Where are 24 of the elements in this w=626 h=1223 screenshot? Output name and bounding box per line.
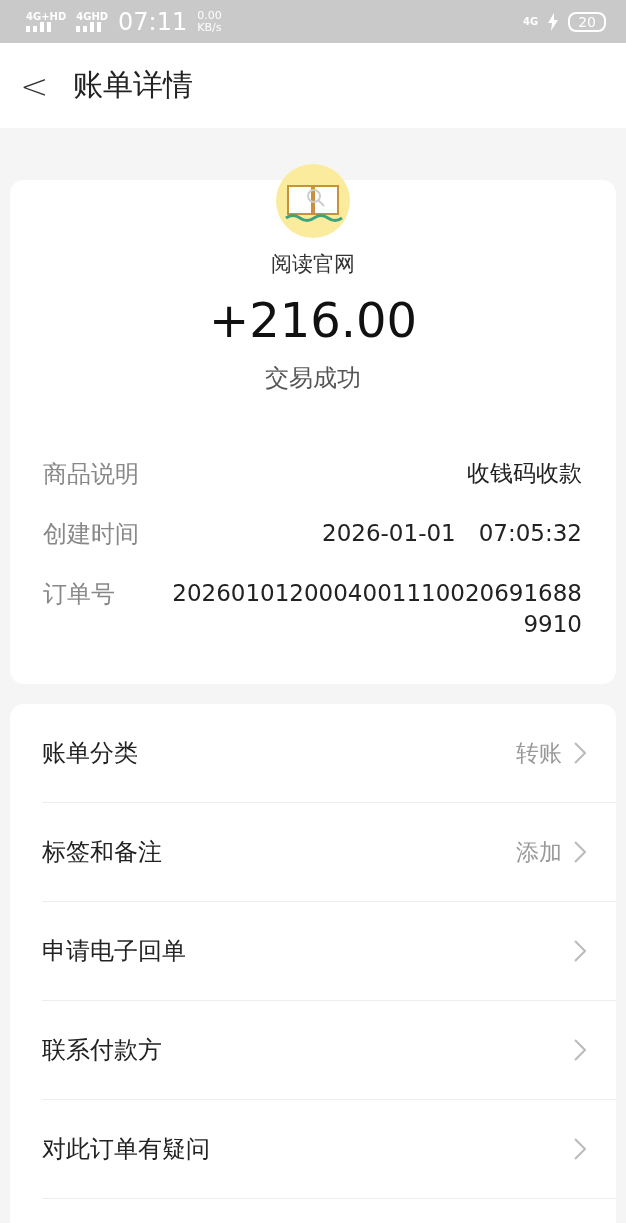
detail-value: 收钱码收款: [467, 459, 582, 488]
page-title: 账单详情: [72, 66, 193, 104]
charging-icon: [548, 12, 559, 31]
chevron-right-icon: [574, 1138, 586, 1161]
menu-row[interactable]: 申请电子回单: [42, 902, 616, 1002]
amount: +216.00: [208, 292, 418, 348]
merchant-name: 阅读官网: [271, 251, 355, 278]
menu-row[interactable]: 对此订单有疑问: [42, 1100, 616, 1200]
chevron-right-icon: [574, 841, 586, 864]
menu-row[interactable]: 标签和备注 添加: [42, 803, 616, 903]
detail-label: 订单号: [43, 579, 115, 610]
detail-value: 20260101200040011100206916889910: [171, 579, 582, 640]
back-button[interactable]: <: [20, 65, 49, 106]
transaction-status: 交易成功: [265, 363, 361, 394]
menu-row[interactable]: 联系付款方: [42, 1001, 616, 1101]
detail-label: 商品说明: [43, 459, 139, 490]
chevron-right-icon: [574, 742, 586, 765]
detail-value: 2026-01-01 07:05:32: [322, 519, 582, 548]
detail-label: 创建时间: [43, 519, 139, 550]
chevron-right-icon: [574, 1039, 586, 1062]
menu-row[interactable]: 账单分类 转账: [42, 704, 616, 804]
signal-icon: [76, 21, 103, 32]
signal-icon: [26, 21, 52, 32]
chevron-right-icon: [574, 940, 586, 963]
